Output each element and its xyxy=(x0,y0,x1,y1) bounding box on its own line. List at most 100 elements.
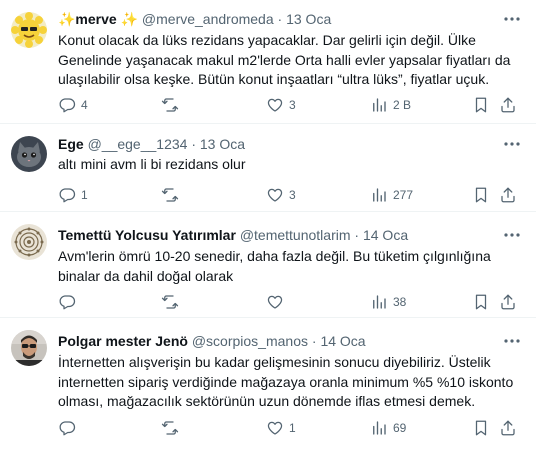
views-button[interactable]: 2 B xyxy=(370,95,411,115)
reply-button[interactable] xyxy=(58,292,81,312)
share-icon xyxy=(501,97,515,113)
reply-count: 4 xyxy=(81,98,88,112)
more-icon[interactable] xyxy=(502,134,522,154)
views-button[interactable]: 38 xyxy=(370,292,406,312)
retweet-button[interactable] xyxy=(161,292,184,312)
retweet-icon xyxy=(161,188,179,202)
retweet-button[interactable] xyxy=(161,185,184,205)
share-icon xyxy=(501,420,515,436)
avatar[interactable] xyxy=(11,136,47,172)
bookmark-button[interactable] xyxy=(472,292,490,312)
bookmark-button[interactable] xyxy=(472,418,490,438)
tweet-header: Polgar mester Jenö @scorpios_manos · 14 … xyxy=(58,331,496,351)
share-icon xyxy=(501,294,515,310)
tweet-text-line: ulaşılabilir olsa keşke. Bütün konut inş… xyxy=(58,71,490,87)
view-count: 38 xyxy=(393,295,407,309)
like-count: 3 xyxy=(289,188,296,202)
like-button[interactable]: 3 xyxy=(266,95,296,115)
tweet-text: Avm'lerin ömrü 10-20 senedir, daha fazla… xyxy=(58,247,522,286)
share-button[interactable] xyxy=(499,95,517,115)
tweet-actions: 38 xyxy=(52,292,526,312)
more-icon[interactable] xyxy=(502,331,522,351)
user-handle[interactable]: @temettunotlarim xyxy=(240,227,351,243)
view-count: 277 xyxy=(393,188,414,202)
user-handle[interactable]: @merve_andromeda xyxy=(142,11,274,27)
views-button[interactable]: 277 xyxy=(370,185,413,205)
tweet[interactable]: Temettü Yolcusu Yatırımlar @temettunotla… xyxy=(0,212,536,318)
user-handle[interactable]: @__ege__1234 xyxy=(88,136,188,152)
bookmark-icon xyxy=(475,97,487,113)
separator: · xyxy=(277,11,283,27)
share-button[interactable] xyxy=(499,418,517,438)
retweet-icon xyxy=(161,421,179,435)
tweet-text: altı mini avm li bi rezidans olur xyxy=(58,155,522,175)
avatar[interactable] xyxy=(11,224,47,260)
tweet-actions: 4 3 2 B xyxy=(52,95,526,115)
tweet-text-line: İnternetten alışverişin bu kadar gelişme… xyxy=(58,354,491,370)
views-button[interactable]: 69 xyxy=(370,418,406,438)
bookmark-icon xyxy=(475,187,487,203)
like-icon xyxy=(267,98,283,112)
like-icon xyxy=(267,421,283,435)
avatar[interactable] xyxy=(11,330,47,366)
tweet[interactable]: Polgar mester Jenö @scorpios_manos · 14 … xyxy=(0,318,536,452)
more-icon[interactable] xyxy=(502,225,522,245)
retweet-icon xyxy=(161,98,179,112)
share-icon xyxy=(501,187,515,203)
reply-icon xyxy=(59,188,76,203)
tweet-text-line: olması, mağazacılık sektörünün uzun döne… xyxy=(58,393,476,409)
tweet[interactable]: ✨merve ✨ @merve_andromeda · 13 Oca Konut… xyxy=(0,0,536,124)
retweet-button[interactable] xyxy=(161,95,184,115)
like-icon xyxy=(267,188,283,202)
like-button[interactable]: 3 xyxy=(266,185,296,205)
tweet-text-line: Genelinde yaşanacak makul m2'lerde Orta … xyxy=(58,51,511,68)
tweet-text-line: internetten sipariş verdiğinde mağazaya … xyxy=(58,373,514,390)
tweet-text-line: binalar da dahil doğal olarak xyxy=(58,267,234,284)
share-button[interactable] xyxy=(499,185,517,205)
user-handle[interactable]: @scorpios_manos xyxy=(192,333,308,349)
like-button[interactable]: 1 xyxy=(266,418,296,438)
tweet-actions: 1 69 xyxy=(52,418,526,438)
reply-icon xyxy=(59,295,76,310)
tweet-actions: 1 3 277 xyxy=(52,185,526,205)
like-count: 3 xyxy=(289,98,296,112)
tweet-date[interactable]: 14 Oca xyxy=(320,333,365,349)
tweet-header: Temettü Yolcusu Yatırımlar @temettunotla… xyxy=(58,225,496,245)
more-icon[interactable] xyxy=(502,9,522,29)
bookmark-icon xyxy=(475,294,487,310)
reply-icon xyxy=(59,421,76,436)
display-name[interactable]: Temettü Yolcusu Yatırımlar xyxy=(58,227,236,243)
views-icon xyxy=(373,98,386,112)
display-name[interactable]: Polgar mester Jenö xyxy=(58,333,188,349)
retweet-icon xyxy=(161,295,179,309)
reply-button[interactable]: 1 xyxy=(58,185,88,205)
reply-button[interactable] xyxy=(58,418,81,438)
views-icon xyxy=(373,188,386,202)
separator: · xyxy=(191,136,196,152)
tweet-date[interactable]: 14 Oca xyxy=(363,227,408,243)
tweet-date[interactable]: 13 Oca xyxy=(286,11,331,27)
like-icon xyxy=(267,295,283,309)
view-count: 2 B xyxy=(393,98,412,112)
tweet-header: ✨merve ✨ @merve_andromeda · 13 Oca xyxy=(58,9,496,29)
retweet-button[interactable] xyxy=(161,418,184,438)
view-count: 69 xyxy=(393,421,407,435)
tweet-text-line: altı mini avm li bi rezidans olur xyxy=(58,156,246,172)
reply-button[interactable]: 4 xyxy=(58,95,88,115)
separator: · xyxy=(354,227,360,243)
like-button[interactable] xyxy=(266,292,289,312)
tweet[interactable]: Ege @__ege__1234 · 13 Oca altı mini avm … xyxy=(0,124,536,212)
display-name[interactable]: ✨merve ✨ xyxy=(58,11,138,27)
bookmark-button[interactable] xyxy=(472,185,490,205)
share-button[interactable] xyxy=(499,292,517,312)
bookmark-icon xyxy=(475,420,487,436)
tweet-text-line: Avm'lerin ömrü 10-20 senedir, daha fazla… xyxy=(58,248,491,264)
avatar[interactable] xyxy=(11,12,47,48)
tweet-text-line: Konut olacak da lüks rezidans yapacaklar… xyxy=(58,32,476,48)
reply-count: 1 xyxy=(81,188,88,202)
views-icon xyxy=(373,295,386,309)
display-name[interactable]: Ege xyxy=(58,136,84,152)
views-icon xyxy=(373,421,386,435)
bookmark-button[interactable] xyxy=(472,95,490,115)
tweet-date[interactable]: 13 Oca xyxy=(200,136,245,152)
